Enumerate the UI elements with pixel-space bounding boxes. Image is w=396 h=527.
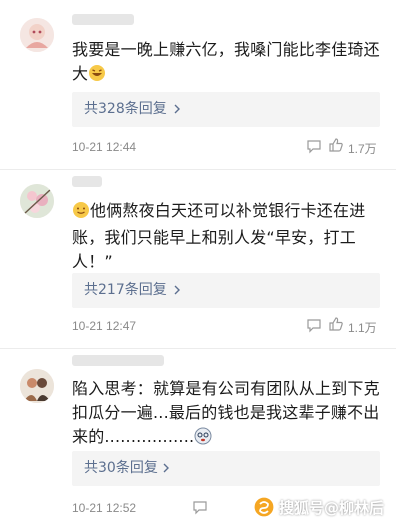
avatar[interactable] — [20, 184, 54, 218]
username-placeholder[interactable] — [72, 355, 164, 366]
comment-icon[interactable] — [306, 317, 322, 333]
thumb-up-icon[interactable] — [328, 316, 344, 332]
comment-time: 10-21 12:44 — [72, 140, 137, 154]
avatar[interactable] — [20, 369, 54, 403]
comment-1: 我要是一晚上赚六亿，我嗓门能比李佳琦还大 共328条回复 10-21 12:44… — [0, 0, 396, 170]
like-count: 1.1万 — [348, 321, 377, 335]
avatar-couple-icon — [20, 369, 54, 403]
comment-text: 他俩熬夜白天还可以补觉银行卡还在进账，我们只能早上和别人发“早安，打工人！” — [72, 201, 366, 271]
avatar-anime-icon — [20, 18, 54, 52]
reply-count-link[interactable]: 共328条回复 — [84, 100, 167, 119]
chevron-right-icon — [163, 463, 169, 473]
avatar-blossom-icon — [20, 184, 54, 218]
comment-time: 10-21 12:47 — [72, 319, 137, 333]
reply-summary[interactable]: 共328条回复 — [72, 92, 380, 127]
reply-count-link[interactable]: 共217条回复 — [84, 281, 167, 300]
thumb-up-icon[interactable] — [328, 137, 344, 153]
username-placeholder[interactable] — [72, 176, 102, 187]
sohu-watermark: 搜狐号@柳林后 — [253, 495, 384, 519]
sohu-logo-icon — [253, 496, 275, 518]
comment-icon[interactable] — [192, 499, 208, 515]
comment-time: 10-21 12:52 — [72, 501, 137, 515]
comment-2: 他俩熬夜白天还可以补觉银行卡还在进账，我们只能早上和别人发“早安，打工人！” 共… — [0, 170, 396, 348]
like-count: 1.7万 — [348, 142, 377, 156]
comment-text: 我要是一晚上赚六亿，我嗓门能比李佳琦还大 — [72, 38, 384, 89]
reply-summary[interactable]: 共217条回复 — [72, 273, 380, 308]
username-placeholder[interactable] — [72, 14, 134, 25]
reply-count-link[interactable]: 共30条回复 — [84, 459, 158, 478]
chevron-right-icon — [174, 285, 180, 295]
avatar[interactable] — [20, 18, 54, 52]
comment-text: 陷入思考：就算是有公司有团队从上到下克扣瓜分一遍...最后的钱也是我这辈子赚不出… — [72, 377, 384, 452]
emoji-dizzy-icon — [194, 427, 212, 452]
emoji-laugh-icon — [88, 64, 106, 89]
watermark-text: 搜狐号@柳林后 — [278, 498, 384, 517]
comment-icon[interactable] — [306, 138, 322, 154]
reply-summary[interactable]: 共30条回复 — [72, 451, 380, 486]
emoji-smile-icon — [72, 201, 90, 226]
chevron-right-icon — [174, 104, 180, 114]
